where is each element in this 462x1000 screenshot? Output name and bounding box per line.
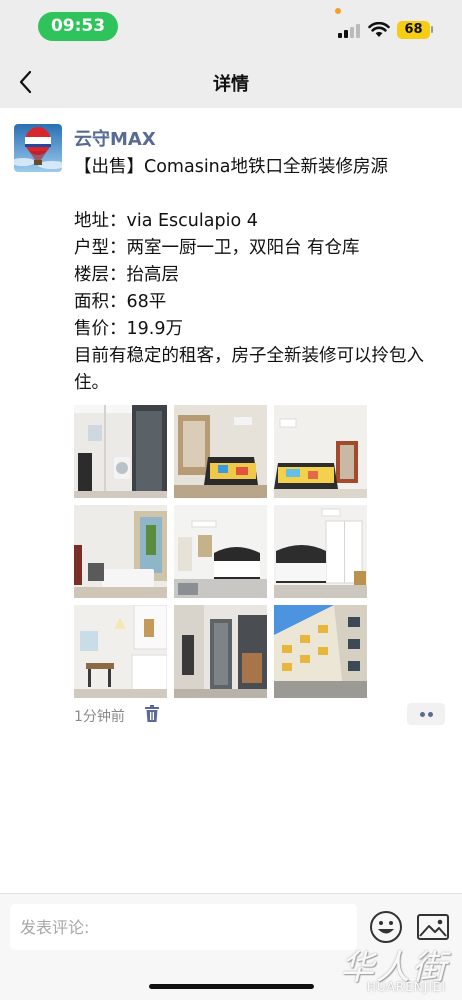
avatar[interactable] — [14, 124, 62, 172]
battery-level-badge: 68 — [397, 21, 430, 39]
dot-icon — [428, 712, 433, 717]
status-bar: 09:53 68 — [0, 0, 462, 56]
site-watermark: 华人街 HUARENJIEI — [316, 940, 456, 998]
home-indicator — [149, 984, 314, 989]
photo-bedroom-corner[interactable] — [274, 405, 367, 498]
emoji-icon[interactable] — [369, 910, 403, 944]
comment-input[interactable] — [10, 904, 357, 950]
privacy-indicator-dot — [335, 8, 341, 14]
post-text: 【出售】Comasina地铁口全新装修房源 地址：via Esculapio 4… — [74, 157, 424, 393]
wifi-icon — [368, 22, 390, 37]
status-time: 09:53 — [38, 12, 118, 41]
photo-grid — [74, 405, 367, 698]
author-name[interactable]: 云守MAX — [74, 125, 156, 151]
nav-bar: 详情 — [0, 56, 462, 108]
page-title: 详情 — [213, 74, 249, 95]
photo-bedroom-wardrobe[interactable] — [274, 505, 367, 598]
image-icon[interactable] — [416, 912, 450, 942]
photo-bedroom-bed[interactable] — [174, 505, 267, 598]
photo-bathroom[interactable] — [74, 405, 167, 498]
comment-bar: 华人街 HUARENJIEI — [0, 893, 462, 1000]
photo-bedroom-window[interactable] — [174, 405, 267, 498]
photo-living-room[interactable] — [74, 505, 167, 598]
photo-hallway[interactable] — [174, 605, 267, 698]
photo-kitchen[interactable] — [74, 605, 167, 698]
battery-tip — [431, 26, 433, 33]
cellular-signal-icon — [338, 23, 362, 38]
post-timestamp: 1分钟前 — [74, 709, 125, 725]
photo-building-exterior[interactable] — [274, 605, 367, 698]
dot-icon — [420, 712, 425, 717]
trash-icon[interactable] — [144, 705, 160, 723]
watermark-subtext: HUARENJIEI — [366, 980, 446, 994]
more-actions-button[interactable] — [407, 703, 445, 725]
